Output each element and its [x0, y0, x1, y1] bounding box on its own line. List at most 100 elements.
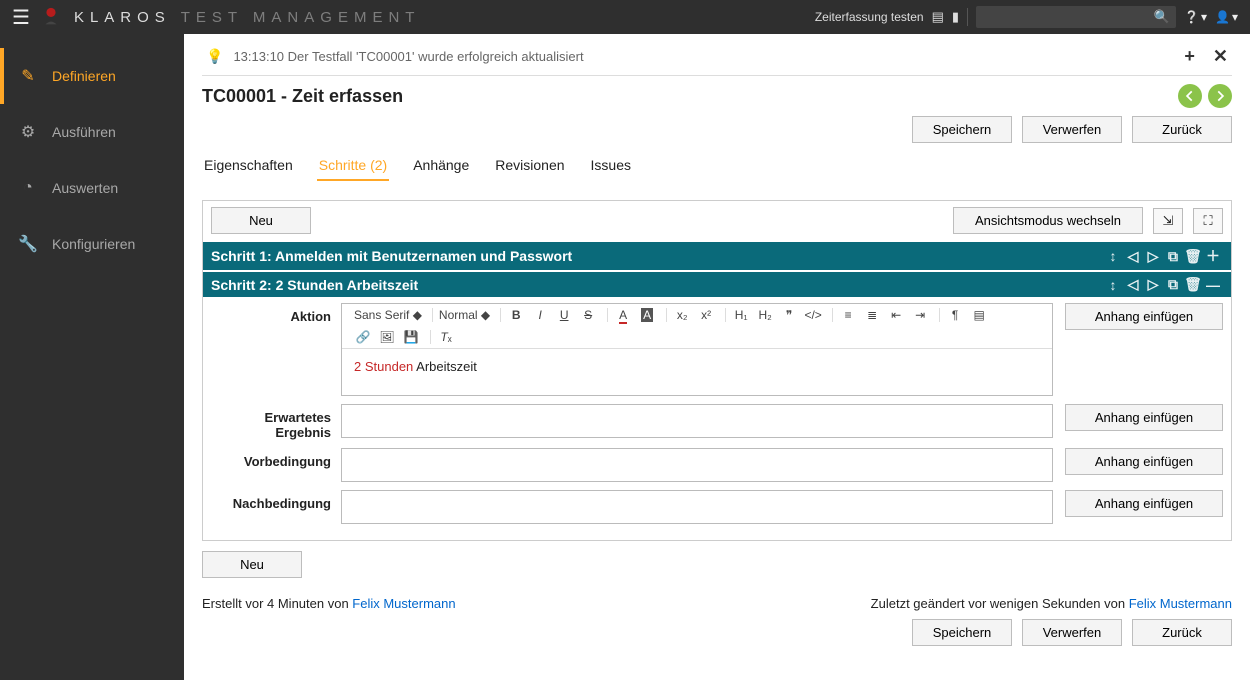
lightbulb-icon: 💡 — [206, 48, 223, 65]
font-size-select[interactable]: Normal ◆ — [439, 308, 490, 322]
copy-step-icon[interactable]: ⧉ — [1163, 276, 1183, 293]
h2-icon[interactable]: H₂ — [756, 308, 774, 322]
new-step-bottom-button[interactable]: Neu — [202, 551, 302, 578]
tab-anhaenge[interactable]: Anhänge — [411, 153, 471, 181]
rich-editor: Sans Serif ◆ Normal ◆ B I U S — [341, 303, 1053, 396]
menu-hamburger-icon[interactable]: ☰ — [12, 5, 30, 30]
move-handle-icon[interactable]: ↕ — [1103, 277, 1123, 293]
user-icon: 👤 — [1215, 10, 1230, 24]
tab-issues[interactable]: Issues — [589, 153, 633, 181]
toggle-view-button[interactable]: Ansichtsmodus wechseln — [953, 207, 1143, 234]
quote-icon[interactable]: ❞ — [780, 308, 798, 322]
code-icon[interactable]: </> — [804, 308, 822, 322]
prev-step-icon[interactable]: ◁ — [1123, 248, 1143, 265]
discard-button[interactable]: Verwerfen — [1022, 619, 1122, 646]
global-search-input[interactable] — [982, 10, 1154, 24]
image-icon[interactable]: 🖼 — [378, 330, 396, 344]
sidebar: ✎ Definieren ⚙ Ausführen ◔ Auswerten 🔧 K… — [0, 34, 184, 680]
move-handle-icon[interactable]: ↕ — [1103, 248, 1123, 264]
fullscreen-icon[interactable]: ⛶ — [1193, 208, 1223, 234]
sidebar-item-label: Konfigurieren — [52, 236, 135, 252]
outdent-icon[interactable]: ⇤ — [887, 308, 905, 322]
help-menu[interactable]: ❔▾ — [1184, 10, 1207, 24]
bold-icon[interactable]: B — [507, 308, 525, 322]
field-vorbedingung: Vorbedingung Anhang einfügen — [211, 448, 1223, 482]
next-button[interactable] — [1208, 84, 1232, 108]
next-step-icon[interactable]: ▷ — [1143, 276, 1163, 293]
save-button[interactable]: Speichern — [912, 619, 1012, 646]
text-color-icon[interactable]: A — [614, 308, 632, 322]
close-message-button[interactable]: ✕ — [1209, 46, 1232, 67]
field-aktion: Aktion Sans Serif ◆ Normal ◆ — [211, 303, 1223, 396]
global-search[interactable]: 🔍 — [976, 6, 1176, 28]
top-button-row: Speichern Verwerfen Zurück — [202, 116, 1232, 143]
step-2-header[interactable]: Schritt 2: 2 Stunden Arbeitszeit ↕ ◁ ▷ ⧉… — [203, 272, 1231, 297]
archive-icon[interactable]: ▤ — [932, 9, 944, 25]
created-user-link[interactable]: Felix Mustermann — [352, 596, 455, 611]
collapse-all-icon[interactable]: ⇲ — [1153, 208, 1183, 234]
modified-meta: Zuletzt geändert vor wenigen Sekunden vo… — [871, 596, 1232, 611]
title-row: TC00001 - Zeit erfassen — [202, 84, 1232, 108]
subscript-icon[interactable]: x₂ — [673, 308, 691, 322]
postcondition-input[interactable] — [341, 490, 1053, 524]
list-ol-icon[interactable]: ≡ — [839, 308, 857, 322]
tab-eigenschaften[interactable]: Eigenschaften — [202, 153, 295, 181]
highlight-icon[interactable]: A — [638, 308, 656, 322]
list-ul-icon[interactable]: ≣ — [863, 308, 881, 322]
sidebar-item-auswerten[interactable]: ◔ Auswerten — [0, 160, 184, 216]
sidebar-item-ausfuehren[interactable]: ⚙ Ausführen — [0, 104, 184, 160]
back-button[interactable]: Zurück — [1132, 619, 1232, 646]
step-2-title: Schritt 2: 2 Stunden Arbeitszeit — [211, 277, 418, 293]
user-menu[interactable]: 👤▾ — [1215, 10, 1238, 24]
tab-schritte[interactable]: Schritte (2) — [317, 153, 389, 181]
underline-icon[interactable]: U — [555, 308, 573, 322]
prev-step-icon[interactable]: ◁ — [1123, 276, 1143, 293]
attach-button[interactable]: Anhang einfügen — [1065, 303, 1223, 330]
back-button[interactable]: Zurück — [1132, 116, 1232, 143]
label-erwartet: Erwartetes Ergebnis — [211, 404, 341, 440]
search-icon[interactable]: 🔍 — [1154, 9, 1170, 25]
sidebar-item-label: Definieren — [52, 68, 116, 84]
align-icon[interactable]: ▤ — [970, 308, 988, 322]
save-button[interactable]: Speichern — [912, 116, 1012, 143]
precondition-input[interactable] — [341, 448, 1053, 482]
sidebar-item-label: Ausführen — [52, 124, 116, 140]
superscript-icon[interactable]: x² — [697, 308, 715, 322]
gear-icon: ⚙ — [18, 122, 38, 142]
topbar: ☰ KLAROS TEST MANAGEMENT Zeiterfassung t… — [0, 0, 1250, 34]
info-message: 13:13:10 Der Testfall 'TC00001' wurde er… — [233, 49, 583, 64]
save-content-icon[interactable]: 💾 — [402, 330, 420, 344]
add-message-button[interactable]: + — [1180, 46, 1199, 67]
editor-content[interactable]: 2 Stunden Arbeitszeit — [342, 349, 1052, 395]
expand-step-icon[interactable]: ＋ — [1203, 246, 1223, 266]
sidebar-item-konfigurieren[interactable]: 🔧 Konfigurieren — [0, 216, 184, 272]
link-icon[interactable]: 🔗 — [354, 330, 372, 344]
indent-icon[interactable]: ⇥ — [911, 308, 929, 322]
attach-button[interactable]: Anhang einfügen — [1065, 448, 1223, 475]
attach-button[interactable]: Anhang einfügen — [1065, 490, 1223, 517]
bookmark-icon[interactable]: ▮ — [952, 9, 959, 25]
delete-step-icon[interactable]: 🗑 — [1183, 276, 1203, 293]
font-family-select[interactable]: Sans Serif ◆ — [354, 308, 422, 322]
strike-icon[interactable]: S — [579, 308, 597, 322]
h1-icon[interactable]: H₁ — [732, 308, 750, 322]
sidebar-item-definieren[interactable]: ✎ Definieren — [0, 48, 184, 104]
delete-step-icon[interactable]: 🗑 — [1183, 248, 1203, 265]
modified-user-link[interactable]: Felix Mustermann — [1129, 596, 1232, 611]
tab-revisionen[interactable]: Revisionen — [493, 153, 566, 181]
sidebar-item-label: Auswerten — [52, 180, 118, 196]
quick-link[interactable]: Zeiterfassung testen — [815, 10, 924, 24]
discard-button[interactable]: Verwerfen — [1022, 116, 1122, 143]
clear-format-icon[interactable]: Tₓ — [437, 330, 455, 344]
prev-button[interactable] — [1178, 84, 1202, 108]
new-step-button[interactable]: Neu — [211, 207, 311, 234]
next-step-icon[interactable]: ▷ — [1143, 248, 1163, 265]
attach-button[interactable]: Anhang einfügen — [1065, 404, 1223, 431]
direction-icon[interactable]: ¶ — [946, 308, 964, 322]
step-1-header[interactable]: Schritt 1: Anmelden mit Benutzernamen un… — [203, 242, 1231, 270]
step-1-title: Schritt 1: Anmelden mit Benutzernamen un… — [211, 248, 572, 264]
expected-input[interactable] — [341, 404, 1053, 438]
italic-icon[interactable]: I — [531, 308, 549, 322]
collapse-step-icon[interactable]: — — [1203, 277, 1223, 293]
copy-step-icon[interactable]: ⧉ — [1163, 248, 1183, 265]
